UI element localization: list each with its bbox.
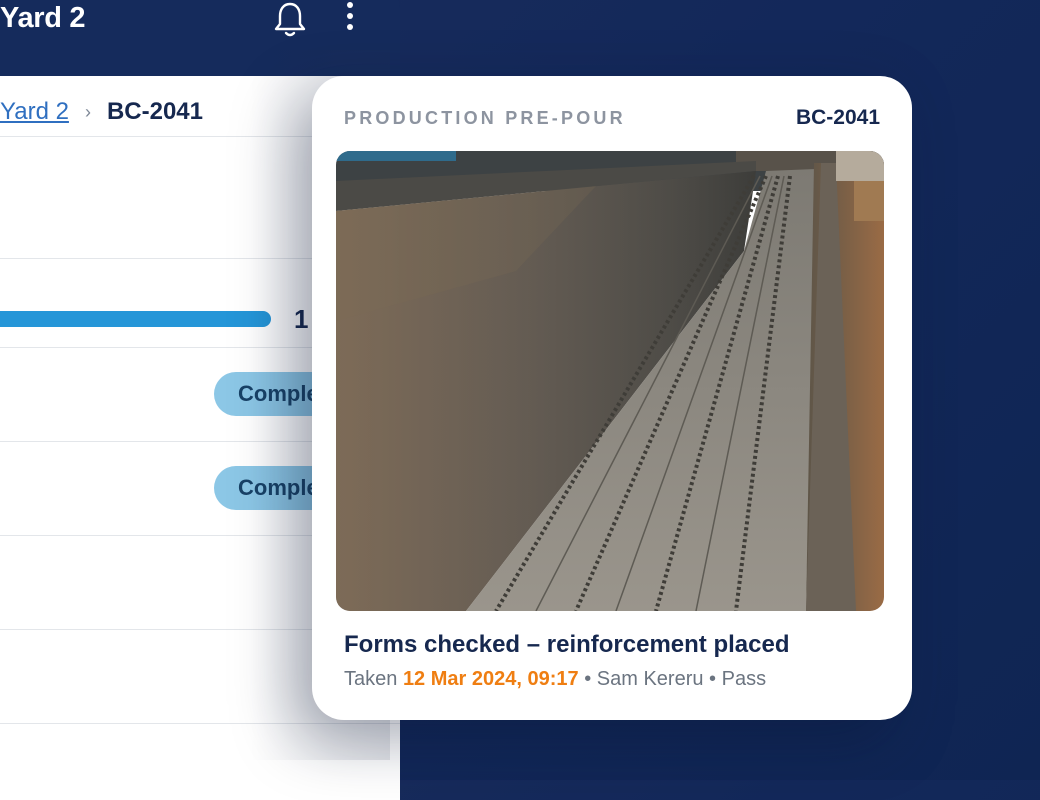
card-code: BC-2041 [795,106,880,129]
meta-timestamp: 12 Mar 2024, 09:17 [402,668,579,690]
chevron-right-icon: › [84,101,91,122]
meta-result: Pass [721,668,767,690]
inspection-photo[interactable] [336,151,884,611]
bell-icon[interactable] [273,0,307,40]
photo-caption: Forms checked – reinforcement placed [344,631,790,658]
breadcrumb: Yard 2 › BC-2041 [0,98,203,126]
photo-meta: Taken 12 Mar 2024, 09:17 • Sam Kereru • … [344,668,766,691]
meta-separator: • [709,668,717,690]
meta-author: Sam Kereru [596,668,704,690]
kebab-menu-icon[interactable] [342,2,358,38]
progress-bar [0,311,271,327]
meta-prefix: Taken [344,668,398,690]
photo-card[interactable]: PRODUCTION PRE-POUR BC-2041 Forms checke… [312,76,912,720]
card-category: PRODUCTION PRE-POUR [344,108,626,128]
breadcrumb-current: BC-2041 [106,98,203,125]
breadcrumb-link-yard[interactable]: Yard 2 [0,98,69,126]
meta-separator: • [584,668,592,690]
app-title: Yard 2 [0,2,86,34]
